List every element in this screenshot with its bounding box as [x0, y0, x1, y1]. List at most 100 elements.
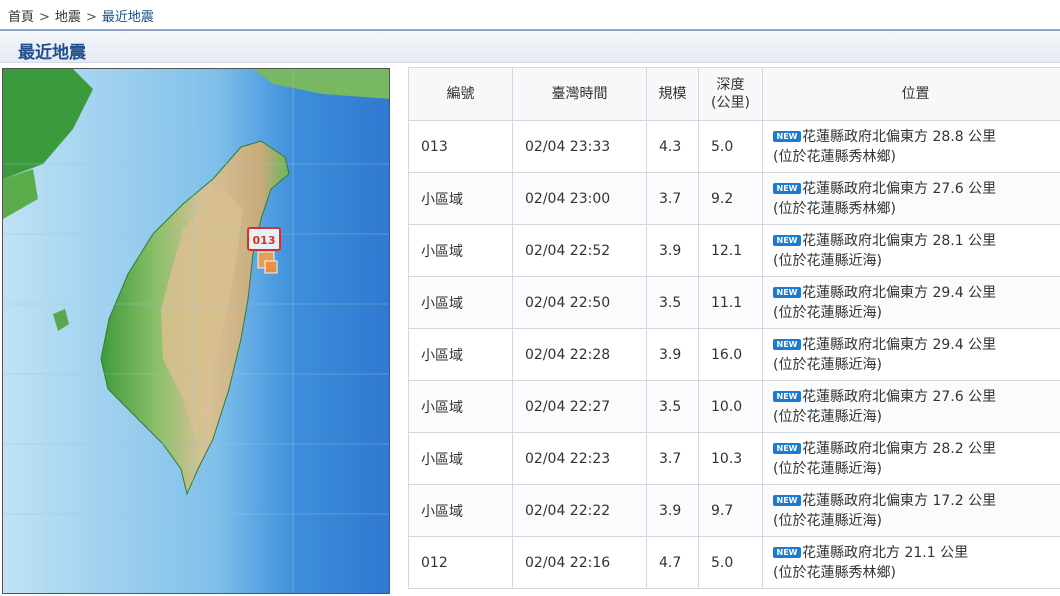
quake-marker-013[interactable]: 013 [247, 227, 281, 251]
new-badge-icon: NEW [773, 234, 801, 246]
cell-time: 02/04 22:16 [512, 536, 647, 589]
new-badge-icon: NEW [773, 390, 801, 402]
location-text: 花蓮縣政府北偏東方 28.1 公里 [802, 232, 997, 249]
location-text: 花蓮縣政府北偏東方 29.4 公里 [802, 284, 997, 301]
cell-depth: 9.7 [698, 484, 763, 537]
location-text: 花蓮縣政府北偏東方 17.2 公里 [802, 492, 997, 509]
location-township: (位於花蓮縣近海) [773, 460, 882, 477]
table-row[interactable]: 小區域 02/04 23:00 3.7 9.2 NEW 花蓮縣政府北偏東方 27.6 公里… [408, 172, 1060, 225]
location-township: (位於花蓮縣秀林鄉) [773, 564, 896, 581]
cell-id: 小區域 [408, 224, 513, 277]
table-row[interactable]: 小區域 02/04 22:50 3.5 11.1 NEW 花蓮縣政府北偏東方 29.4 公… [408, 276, 1060, 329]
cell-location[interactable]: NEW 花蓮縣政府北偏東方 29.4 公里 (位於花蓮縣近海) [762, 276, 1060, 329]
cell-depth: 11.1 [698, 276, 763, 329]
header-id[interactable]: 編號 [408, 67, 513, 121]
header-depth[interactable]: 深度 (公里) [698, 67, 763, 121]
new-badge-icon: NEW [773, 130, 801, 142]
page-title: 最近地震 [18, 43, 86, 63]
location-text: 花蓮縣政府北方 21.1 公里 [802, 544, 969, 561]
location-township: (位於花蓮縣近海) [773, 252, 882, 269]
cell-id: 小區域 [408, 432, 513, 485]
location-township: (位於花蓮縣秀林鄉) [773, 200, 896, 217]
cell-magnitude: 3.7 [646, 432, 699, 485]
new-badge-icon: NEW [773, 442, 801, 454]
cell-id: 小區域 [408, 172, 513, 225]
cell-location[interactable]: NEW 花蓮縣政府北偏東方 28.8 公里 (位於花蓮縣秀林鄉) [762, 120, 1060, 173]
location-township: (位於花蓮縣近海) [773, 408, 882, 425]
breadcrumb-earthquake-link[interactable]: 地震 [55, 10, 81, 25]
new-badge-icon: NEW [773, 338, 801, 350]
taiwan-map-graphic [3, 69, 389, 593]
header-depth-unit: (公里) [711, 95, 750, 111]
location-township: (位於花蓮縣近海) [773, 512, 882, 529]
cell-location[interactable]: NEW 花蓮縣政府北偏東方 27.6 公里 (位於花蓮縣近海) [762, 380, 1060, 433]
table-row[interactable]: 小區域 02/04 22:28 3.9 16.0 NEW 花蓮縣政府北偏東方 29.4 公… [408, 328, 1060, 381]
cell-time: 02/04 22:28 [512, 328, 647, 381]
cell-magnitude: 3.9 [646, 328, 699, 381]
title-bar: 最近地震 [0, 29, 1060, 63]
earthquake-table: 編號 臺灣時間 規模 深度 (公里) 位置 013 02/04 23:33 4.3 5… [408, 67, 1060, 589]
breadcrumb-separator: > [39, 10, 50, 25]
table-row[interactable]: 小區域 02/04 22:23 3.7 10.3 NEW 花蓮縣政府北偏東方 28.2 公… [408, 432, 1060, 485]
new-badge-icon: NEW [773, 494, 801, 506]
cell-depth: 10.3 [698, 432, 763, 485]
table-row[interactable]: 012 02/04 22:16 4.7 5.0 NEW 花蓮縣政府北方 21.1 公里 (位… [408, 536, 1060, 589]
cell-time: 02/04 22:22 [512, 484, 647, 537]
header-location[interactable]: 位置 [762, 67, 1060, 121]
cell-magnitude: 4.7 [646, 536, 699, 589]
cell-id: 小區域 [408, 380, 513, 433]
location-township: (位於花蓮縣近海) [773, 304, 882, 321]
cell-time: 02/04 22:52 [512, 224, 647, 277]
table-row[interactable]: 小區域 02/04 22:27 3.5 10.0 NEW 花蓮縣政府北偏東方 27.6 公… [408, 380, 1060, 433]
header-time[interactable]: 臺灣時間 [512, 67, 647, 121]
earthquake-table-container: 編號 臺灣時間 規模 深度 (公里) 位置 013 02/04 23:33 4.3 5… [408, 67, 1060, 596]
table-row[interactable]: 小區域 02/04 22:52 3.9 12.1 NEW 花蓮縣政府北偏東方 28.1 公… [408, 224, 1060, 277]
breadcrumb-home-link[interactable]: 首頁 [8, 10, 34, 25]
breadcrumb: 首頁 > 地震 > 最近地震 [8, 6, 154, 26]
location-text: 花蓮縣政府北偏東方 28.2 公里 [802, 440, 997, 457]
cell-id: 小區域 [408, 276, 513, 329]
quake-marker-label: 013 [252, 234, 276, 247]
cell-depth: 16.0 [698, 328, 763, 381]
header-magnitude[interactable]: 規模 [646, 67, 699, 121]
location-township: (位於花蓮縣秀林鄉) [773, 148, 896, 165]
cell-location[interactable]: NEW 花蓮縣政府北偏東方 29.4 公里 (位於花蓮縣近海) [762, 328, 1060, 381]
table-row[interactable]: 小區域 02/04 22:22 3.9 9.7 NEW 花蓮縣政府北偏東方 17.2 公里… [408, 484, 1060, 537]
breadcrumb-current-link[interactable]: 最近地震 [102, 10, 154, 25]
cell-id: 013 [408, 120, 513, 173]
cell-location[interactable]: NEW 花蓮縣政府北偏東方 27.6 公里 (位於花蓮縣秀林鄉) [762, 172, 1060, 225]
cell-location[interactable]: NEW 花蓮縣政府北方 21.1 公里 (位於花蓮縣秀林鄉) [762, 536, 1060, 589]
earthquake-map[interactable]: 013 [2, 68, 390, 594]
cell-time: 02/04 23:33 [512, 120, 647, 173]
cell-location[interactable]: NEW 花蓮縣政府北偏東方 28.2 公里 (位於花蓮縣近海) [762, 432, 1060, 485]
table-row[interactable]: 013 02/04 23:33 4.3 5.0 NEW 花蓮縣政府北偏東方 28.8 公里… [408, 120, 1060, 173]
cell-id: 012 [408, 536, 513, 589]
cell-location[interactable]: NEW 花蓮縣政府北偏東方 28.1 公里 (位於花蓮縣近海) [762, 224, 1060, 277]
location-text: 花蓮縣政府北偏東方 27.6 公里 [802, 388, 997, 405]
cell-id: 小區域 [408, 328, 513, 381]
cell-time: 02/04 22:23 [512, 432, 647, 485]
cell-time: 02/04 23:00 [512, 172, 647, 225]
cell-id: 小區域 [408, 484, 513, 537]
cell-magnitude: 3.9 [646, 224, 699, 277]
header-depth-label: 深度 [716, 77, 745, 93]
cell-magnitude: 3.7 [646, 172, 699, 225]
new-badge-icon: NEW [773, 182, 801, 194]
location-township: (位於花蓮縣近海) [773, 356, 882, 373]
location-text: 花蓮縣政府北偏東方 29.4 公里 [802, 336, 997, 353]
new-badge-icon: NEW [773, 546, 801, 558]
new-badge-icon: NEW [773, 286, 801, 298]
small-quake-marker[interactable] [264, 260, 278, 274]
cell-magnitude: 3.9 [646, 484, 699, 537]
cell-time: 02/04 22:50 [512, 276, 647, 329]
cell-depth: 5.0 [698, 536, 763, 589]
cell-depth: 5.0 [698, 120, 763, 173]
cell-time: 02/04 22:27 [512, 380, 647, 433]
cell-depth: 9.2 [698, 172, 763, 225]
cell-magnitude: 3.5 [646, 276, 699, 329]
cell-location[interactable]: NEW 花蓮縣政府北偏東方 17.2 公里 (位於花蓮縣近海) [762, 484, 1060, 537]
cell-magnitude: 4.3 [646, 120, 699, 173]
location-text: 花蓮縣政府北偏東方 27.6 公里 [802, 180, 997, 197]
cell-depth: 10.0 [698, 380, 763, 433]
cell-depth: 12.1 [698, 224, 763, 277]
